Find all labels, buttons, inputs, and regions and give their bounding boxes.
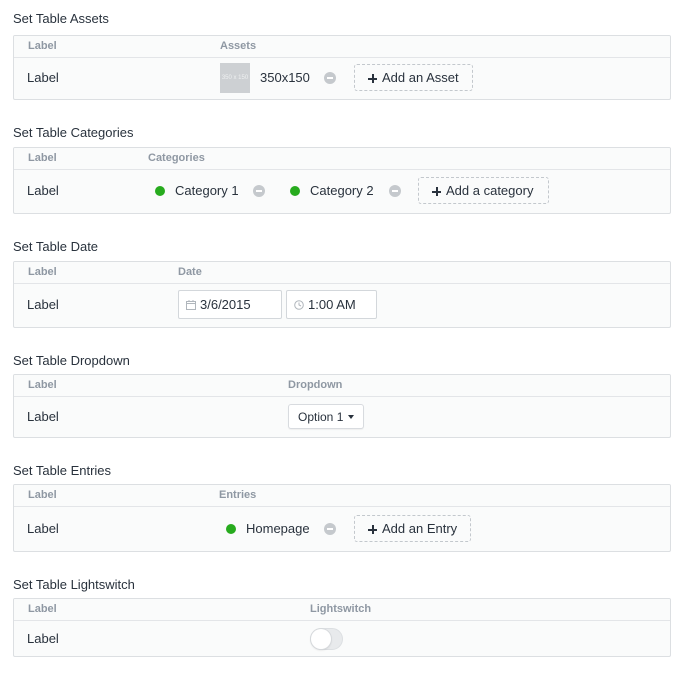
table-header: Label Assets (14, 36, 670, 58)
lightswitch-toggle[interactable] (310, 628, 343, 650)
lightswitch-table: Label Lightswitch Label (13, 598, 671, 657)
dropdown-selected-value: Option 1 (298, 410, 344, 424)
asset-name: 350x150 (260, 70, 310, 85)
date-table: Label Date Label 3/6/2015 1:00 AM (13, 261, 671, 328)
clock-icon (294, 300, 304, 310)
calendar-icon (186, 300, 196, 310)
time-value: 1:00 AM (308, 297, 356, 312)
column-header-label: Label (28, 266, 57, 278)
add-asset-button[interactable]: Add an Asset (354, 64, 473, 91)
add-entry-label: Add an Entry (382, 521, 458, 536)
section-title: Set Table Entries (13, 463, 112, 478)
category-item: Category 2 (310, 183, 374, 198)
table-header: Label Categories (14, 148, 670, 170)
date-value: 3/6/2015 (200, 297, 251, 312)
row-label: Label (27, 409, 59, 424)
status-dot-icon (155, 186, 165, 196)
dropdown-table: Label Dropdown Label Option 1 (13, 374, 671, 438)
status-dot-icon (226, 524, 236, 534)
dropdown-select[interactable]: Option 1 (288, 404, 364, 429)
column-header-label: Label (28, 489, 57, 501)
add-entry-button[interactable]: Add an Entry (354, 515, 471, 542)
row-label: Label (27, 183, 59, 198)
column-header-label: Label (28, 40, 57, 52)
table-header: Label Dropdown (14, 375, 670, 397)
time-input[interactable]: 1:00 AM (286, 290, 377, 319)
status-dot-icon (290, 186, 300, 196)
caret-down-icon (348, 415, 354, 419)
section-title: Set Table Assets (13, 11, 109, 26)
section-title: Set Table Dropdown (13, 353, 130, 368)
plus-icon (368, 525, 377, 534)
add-category-label: Add a category (446, 183, 534, 198)
remove-icon[interactable] (389, 185, 401, 197)
remove-icon[interactable] (324, 523, 336, 535)
row-label: Label (27, 70, 59, 85)
entries-table: Label Entries Label Homepage Add an Entr… (13, 484, 671, 552)
category-item: Category 1 (175, 183, 239, 198)
plus-icon (368, 74, 377, 83)
table-header: Label Entries (14, 485, 670, 507)
column-header-label: Label (28, 379, 57, 391)
remove-icon[interactable] (253, 185, 265, 197)
section-title: Set Table Date (13, 239, 99, 254)
add-asset-label: Add an Asset (382, 70, 459, 85)
add-category-button[interactable]: Add a category (418, 177, 549, 204)
column-header-assets: Assets (220, 40, 257, 52)
row-label: Label (27, 297, 59, 312)
date-input[interactable]: 3/6/2015 (178, 290, 282, 319)
plus-icon (432, 187, 441, 196)
remove-icon[interactable] (324, 72, 336, 84)
column-header-lightswitch: Lightswitch (310, 603, 372, 615)
table-header: Label Date (14, 262, 670, 284)
section-title: Set Table Categories (13, 125, 134, 140)
asset-thumbnail[interactable]: 350 x 150 (220, 63, 250, 93)
row-label: Label (27, 521, 59, 536)
column-header-date: Date (178, 266, 202, 278)
column-header-entries: Entries (219, 489, 257, 501)
entry-item: Homepage (246, 521, 310, 536)
categories-table: Label Categories Label Category 1 Catego… (13, 147, 671, 214)
column-header-label: Label (28, 603, 57, 615)
column-header-dropdown: Dropdown (288, 379, 343, 391)
column-header-label: Label (28, 152, 57, 164)
column-header-categories: Categories (148, 152, 205, 164)
row-label: Label (27, 631, 59, 646)
assets-table: Label Assets Label 350 x 150 350x150 Add… (13, 35, 671, 100)
section-title: Set Table Lightswitch (13, 577, 135, 592)
lightswitch-knob (311, 629, 331, 649)
table-header: Label Lightswitch (14, 599, 670, 621)
